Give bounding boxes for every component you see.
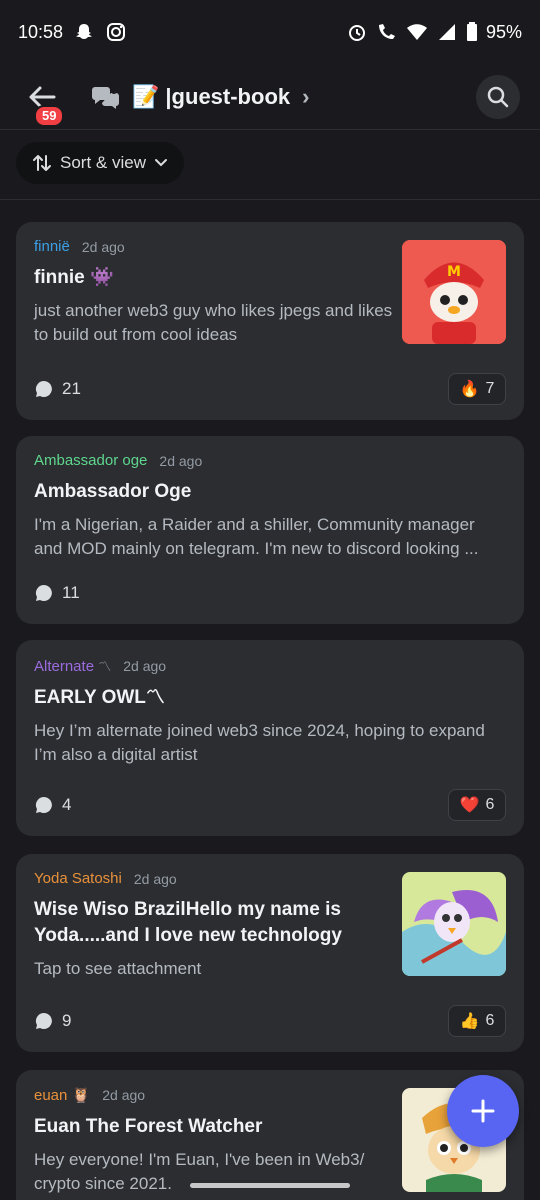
wifi-icon (406, 21, 428, 43)
search-icon (487, 86, 509, 107)
post-title: Wise Wiso BrazilHello my name is Yoda...… (34, 899, 342, 946)
unread-badge: 59 (34, 104, 65, 127)
post-body: I'm a Nigerian, a Raider and a shiller, … (34, 515, 479, 558)
comment-bubble-icon (35, 1012, 52, 1029)
reaction-button[interactable]: 👍 6 (448, 1005, 506, 1037)
post-time: 2d ago (133, 870, 177, 887)
channel-name-text: |guest-book (165, 83, 291, 109)
comment-count[interactable]: 4 (34, 795, 71, 815)
sort-row: Sort & view (0, 130, 540, 200)
post-author[interactable]: euan 🦉 (34, 1086, 90, 1104)
battery-icon (466, 21, 478, 43)
battery-percent: 95% (485, 21, 522, 42)
post-time: 2d ago (102, 1087, 146, 1103)
chevron-right-icon: › (302, 83, 310, 109)
comment-bubble-icon (35, 380, 52, 397)
post-author[interactable]: Alternate 〽 (34, 656, 111, 675)
post-card[interactable]: finnië 2d ago finnie 👾 just another web3… (16, 222, 524, 420)
owl-emoji-icon: 🦉 (71, 1087, 91, 1104)
signal-icon (436, 21, 458, 43)
status-time: 10:58 (18, 21, 64, 42)
comment-bubble-icon (35, 584, 52, 601)
home-indicator[interactable] (190, 1183, 350, 1188)
sort-label: Sort & view (60, 153, 146, 172)
heart-icon: ❤️ (459, 797, 480, 814)
instagram-icon (105, 21, 127, 43)
snapchat-icon (73, 21, 95, 43)
winged-owl-artwork-image[interactable] (402, 872, 506, 976)
plus-icon (471, 1099, 495, 1123)
post-author[interactable]: Ambassador oge (34, 452, 147, 469)
post-time: 2d ago (159, 452, 203, 469)
post-author[interactable]: Yoda Satoshi (34, 870, 122, 887)
thumbs-up-icon: 👍 (459, 1013, 480, 1030)
post-time: 2d ago (81, 238, 125, 255)
channel-title[interactable]: 📝 |guest-book › (132, 84, 309, 110)
post-title: EARLY OWL〽 (34, 687, 165, 708)
post-card[interactable]: Ambassador oge 2d ago Ambassador Oge I'm… (16, 436, 524, 624)
author-badge: 〽 (98, 659, 112, 674)
search-button[interactable] (476, 74, 520, 119)
sort-view-button[interactable]: Sort & view (16, 142, 184, 184)
post-time: 2d ago (123, 657, 167, 674)
post-author[interactable]: finnië (34, 238, 70, 255)
status-bar: 10:58 95% (0, 0, 540, 64)
new-post-button[interactable] (447, 1075, 519, 1147)
alarm-icon (346, 21, 368, 43)
channel-header: 59 📝 |guest-book › (0, 64, 540, 130)
sort-icon (33, 155, 51, 171)
post-title: Ambassador Oge (34, 481, 192, 502)
post-card[interactable]: Yoda Satoshi 2d ago Wise Wiso BrazilHell… (16, 854, 524, 1052)
comment-count[interactable]: 11 (34, 583, 80, 603)
reaction-button[interactable]: 🔥 7 (448, 373, 506, 405)
post-title: finnie 👾 (34, 267, 114, 288)
forum-channel-icon (90, 81, 122, 113)
chevron-down-icon (154, 159, 167, 167)
post-body: just another web3 guy who likes jpegs an… (34, 301, 393, 344)
back-button[interactable]: 59 (20, 75, 65, 127)
comment-bubble-icon (35, 796, 52, 813)
post-body: Hey I’m alternate joined web3 since 2024… (34, 721, 485, 764)
comment-count[interactable]: 21 (34, 379, 81, 399)
post-card[interactable]: Alternate 〽 2d ago EARLY OWL〽 Hey I’m al… (16, 640, 524, 836)
post-body: Hey everyone! I'm Euan, I've been in Web… (34, 1150, 365, 1193)
comment-count[interactable]: 9 (34, 1011, 71, 1031)
wifi-call-icon (376, 21, 398, 43)
svg-text:M: M (447, 264, 461, 280)
fire-icon: 🔥 (459, 381, 480, 398)
mcd-duck-avatar-image[interactable]: M (402, 240, 506, 344)
memo-icon: 📝 (132, 83, 160, 109)
post-card[interactable]: euan 🦉 2d ago Euan The Forest Watcher He… (16, 1070, 524, 1200)
reaction-button[interactable]: ❤️ 6 (448, 789, 506, 821)
